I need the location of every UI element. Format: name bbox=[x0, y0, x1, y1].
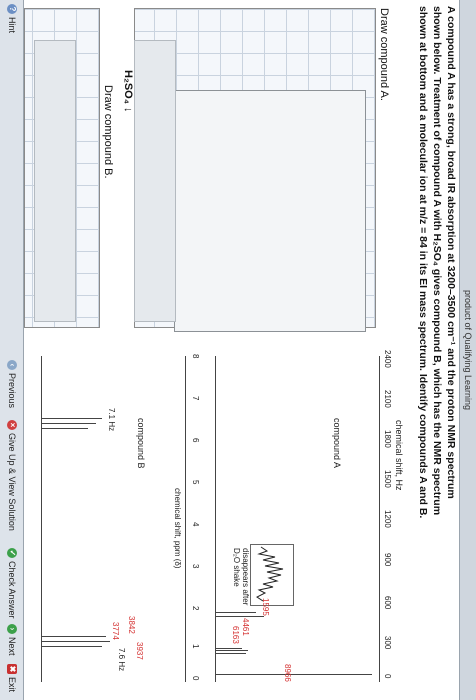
spectrum-b-tick: 3 bbox=[191, 564, 200, 569]
exit-icon: ✖ bbox=[7, 664, 17, 674]
spectrum-b-tick: 0 bbox=[191, 676, 200, 681]
previous-icon: ‹ bbox=[7, 360, 17, 370]
reagent-label: H₂SO₄ ↓ bbox=[122, 70, 134, 113]
spectrum-a-peak bbox=[216, 612, 256, 613]
title-text: product of Qualifying Learning bbox=[463, 289, 473, 411]
spectrum-a-axis bbox=[379, 356, 380, 682]
check-answer-button[interactable]: ✓ Check Answer bbox=[7, 548, 17, 619]
question-text: A compound A has a strong, broad IR abso… bbox=[416, 6, 458, 696]
previous-button[interactable]: ‹ Previous bbox=[7, 360, 17, 408]
spectrum-a-tick: 1800 bbox=[383, 430, 392, 448]
spectrum-b-tick: 4 bbox=[191, 522, 200, 527]
next-label: Next bbox=[7, 637, 17, 656]
spectrum-a-tick: 1200 bbox=[383, 510, 392, 528]
question-line-2: shown below. Treatment of compound A wit… bbox=[431, 6, 443, 516]
check-label: Check Answer bbox=[7, 561, 17, 619]
exit-button[interactable]: ✖ Exit bbox=[7, 664, 17, 692]
spectrum-b-tick: 1 bbox=[191, 644, 200, 649]
coupling-right: 7.6 Hz bbox=[117, 648, 126, 672]
previous-label: Previous bbox=[7, 373, 17, 409]
compound-b-label: compound B bbox=[136, 418, 146, 469]
give-up-icon: × bbox=[7, 420, 17, 430]
draw-compound-b-label: Draw compound B. bbox=[102, 85, 114, 179]
spectrum-b-baseline bbox=[41, 356, 42, 682]
note-line-2: D₂O shake bbox=[232, 548, 241, 587]
spectrum-b-tick: 7 bbox=[191, 396, 200, 401]
spectrum-a: 2400 2100 1800 1500 1200 900 600 300 0 c… bbox=[212, 348, 392, 688]
question-line-1: A compound A has a strong, broad IR abso… bbox=[445, 6, 457, 499]
spectrum-b-peak bbox=[42, 423, 96, 424]
spectrum-b-axis bbox=[185, 356, 186, 682]
compound-a-drawing-area[interactable] bbox=[174, 90, 366, 332]
spectrum-b-tick: 6 bbox=[191, 438, 200, 443]
coupling-left: 7.1 Hz bbox=[107, 408, 116, 432]
spectrum-a-peak bbox=[216, 650, 248, 651]
draw-compound-a-label: Draw compound A. bbox=[378, 8, 390, 101]
spectrum-a-tick: 1500 bbox=[383, 470, 392, 488]
compound-a-toolbar[interactable] bbox=[134, 40, 176, 322]
spectrum-b-peak bbox=[42, 641, 110, 642]
spectrum-a-tick: 0 bbox=[383, 674, 392, 679]
spectrum-b: 8 7 6 5 4 3 2 1 0 chemical shift, ppm (δ… bbox=[26, 348, 206, 688]
spectrum-a-tick: 300 bbox=[383, 636, 392, 650]
spectrum-a-peak bbox=[216, 648, 242, 649]
spectrum-a-peak bbox=[216, 653, 246, 654]
navigation-bar: ? Hint ‹ Previous × Give Up & View Solut… bbox=[0, 0, 24, 700]
spectrum-a-peak bbox=[216, 674, 372, 675]
peak-value: 1595 bbox=[261, 598, 270, 616]
compound-b-toolbar[interactable] bbox=[34, 40, 76, 322]
spectrum-a-inset-trace bbox=[256, 546, 284, 602]
hint-icon: ? bbox=[7, 4, 17, 14]
hint-button[interactable]: ? Hint bbox=[7, 4, 17, 33]
spectrum-b-peak bbox=[42, 418, 102, 419]
compound-a-label: compound A bbox=[332, 418, 342, 469]
note-line-1: disappears after bbox=[241, 548, 250, 606]
peak-value: 4461 bbox=[241, 618, 250, 636]
rotated-screen: product of Qualifying Learning A compoun… bbox=[0, 0, 476, 700]
spectrum-b-axis-title: chemical shift, ppm (δ) bbox=[173, 488, 182, 569]
give-up-button[interactable]: × Give Up & View Solution bbox=[7, 420, 17, 531]
spectrum-b-tick: 2 bbox=[191, 606, 200, 611]
spectrum-a-baseline bbox=[215, 356, 216, 682]
peak-value: 8966 bbox=[283, 664, 292, 682]
spectrum-a-tick: 2100 bbox=[383, 390, 392, 408]
reaction-arrow-icon: ↓ bbox=[122, 107, 134, 113]
next-button[interactable]: › Next bbox=[7, 624, 17, 656]
give-up-label: Give Up & View Solution bbox=[7, 433, 17, 531]
check-icon: ✓ bbox=[7, 548, 17, 558]
spectrum-b-peak bbox=[42, 428, 88, 429]
next-icon: › bbox=[7, 624, 17, 634]
spectrum-a-axis-title: chemical shift, Hz bbox=[394, 420, 404, 491]
peak-value: 6163 bbox=[231, 626, 240, 644]
reagent-text: H₂SO₄ bbox=[122, 70, 134, 104]
spectrum-a-tick: 600 bbox=[383, 596, 392, 610]
spectrum-b-tick: 5 bbox=[191, 480, 200, 485]
spectrum-a-inset bbox=[250, 544, 294, 606]
spectrum-b-peak bbox=[42, 636, 106, 637]
peak-value: 3842 bbox=[127, 616, 136, 634]
spectrum-b-peak bbox=[42, 646, 102, 647]
title-bar: product of Qualifying Learning bbox=[459, 0, 476, 700]
spectrum-a-tick: 2400 bbox=[383, 350, 392, 368]
hint-label: Hint bbox=[7, 17, 17, 34]
spectrum-a-note: disappears after D₂O shake bbox=[232, 548, 250, 605]
question-line-3: shown at bottom and a molecular ion at m… bbox=[417, 6, 429, 519]
spectrum-a-tick: 900 bbox=[383, 553, 392, 567]
peak-value: 3937 bbox=[135, 642, 144, 660]
exit-label: Exit bbox=[7, 677, 17, 693]
peak-value: 3774 bbox=[111, 622, 120, 640]
spectrum-b-tick: 8 bbox=[191, 354, 200, 359]
spectrum-a-peak bbox=[216, 616, 264, 617]
